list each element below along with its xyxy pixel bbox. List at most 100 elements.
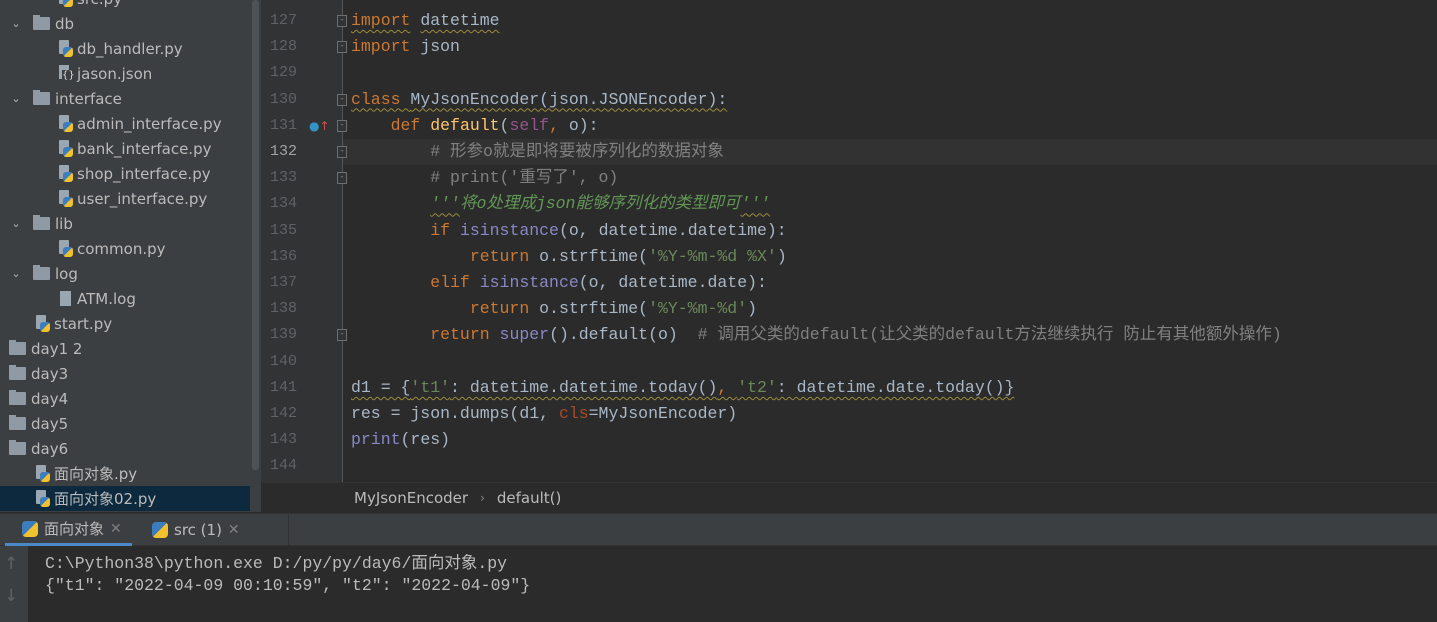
chevron-down-icon[interactable]: ⌄ xyxy=(9,267,23,281)
tree-item-label: day1 2 xyxy=(31,339,83,358)
tree-item[interactable]: day6 xyxy=(0,436,250,461)
code-token: res = json.dumps(d1, xyxy=(351,404,559,423)
code-line[interactable]: '''将o处理成json能够序列化的类型即可''' xyxy=(351,191,770,217)
code-line[interactable]: class MyJsonEncoder(json.JSONEncoder): xyxy=(351,87,727,113)
code-line[interactable]: return o.strftime('%Y-%m-%d') xyxy=(351,296,757,322)
code-line[interactable]: elif isinstance(o, datetime.date): xyxy=(351,270,767,296)
code-token: isinstance xyxy=(479,273,579,292)
tree-item[interactable]: ⌄ db xyxy=(0,11,250,36)
code-line[interactable]: return o.strftime('%Y-%m-%d %X') xyxy=(351,244,787,270)
arrow-up-icon[interactable]: ↑ xyxy=(4,554,18,574)
tree-item[interactable]: bank_interface.py xyxy=(0,136,250,161)
tree-item[interactable]: user_interface.py xyxy=(0,186,250,211)
tab-label: src (1) xyxy=(174,521,222,539)
project-tree[interactable]: src.py ⌄ dbdb_handler.py jason.json ⌄ interfa… xyxy=(0,0,250,512)
line-number: 131 xyxy=(269,116,297,134)
run-tab-src[interactable]: src (1) ✕ xyxy=(152,514,240,546)
line-number: 132 xyxy=(269,143,297,160)
close-icon[interactable]: ✕ xyxy=(110,521,122,537)
code-line[interactable]: d1 = {'t1': datetime.datetime.today(), '… xyxy=(351,375,1014,401)
chevron-down-icon[interactable]: ⌄ xyxy=(9,217,23,231)
arrow-down-icon[interactable]: ↓ xyxy=(4,586,18,606)
tree-item[interactable]: ATM.log xyxy=(0,286,250,311)
chevron-down-icon[interactable]: ⌄ xyxy=(9,92,23,106)
tree-item[interactable]: common.py xyxy=(0,236,250,261)
line-number: 133 xyxy=(269,169,297,187)
folder-icon xyxy=(33,15,50,30)
fold-marker-icon[interactable]: - xyxy=(337,329,347,342)
code-line[interactable]: # print('重写了', o) xyxy=(351,165,618,191)
folder-icon xyxy=(9,390,26,405)
tree-item-label: common.py xyxy=(77,239,166,258)
code-line[interactable]: res = json.dumps(d1, cls=MyJsonEncoder) xyxy=(351,401,737,427)
tree-item-label: admin_interface.py xyxy=(77,114,222,133)
breadcrumb-method[interactable]: default() xyxy=(497,489,561,507)
code-line[interactable]: def default(self, o): xyxy=(351,113,599,139)
chevron-down-icon[interactable]: ⌄ xyxy=(9,17,23,31)
fold-marker-icon[interactable]: - xyxy=(337,41,347,54)
tree-item-label: shop_interface.py xyxy=(77,164,211,183)
tree-item[interactable]: shop_interface.py xyxy=(0,161,250,186)
code-line[interactable]: import json xyxy=(351,34,460,60)
tree-item-label: day3 xyxy=(31,364,69,383)
python-file-icon xyxy=(57,164,73,183)
code-token: ''' xyxy=(740,194,771,214)
tree-item[interactable]: start.py xyxy=(0,311,250,336)
code-token: elif xyxy=(430,273,470,292)
divider xyxy=(288,514,289,546)
close-icon[interactable]: ✕ xyxy=(228,522,240,538)
fold-marker-icon[interactable]: - xyxy=(337,146,347,158)
line-number: 134 xyxy=(269,195,297,213)
fold-marker-icon[interactable]: - xyxy=(337,172,347,185)
tree-item-label: day5 xyxy=(31,414,69,433)
tree-item[interactable]: src.py xyxy=(0,0,250,11)
tree-item[interactable]: day5 xyxy=(0,411,250,436)
breadcrumb-class[interactable]: MyJsonEncoder xyxy=(354,489,468,507)
line-number: 137 xyxy=(269,274,297,291)
code-line[interactable]: # 形参o就是即将要被序列化的数据对象 xyxy=(351,139,724,165)
code-line[interactable]: if isinstance(o, datetime.datetime): xyxy=(351,218,787,244)
code-token: , xyxy=(549,115,569,135)
folder-icon xyxy=(9,415,26,430)
fold-marker-icon[interactable]: - xyxy=(337,93,347,106)
tree-item[interactable]: day1 2 xyxy=(0,336,250,361)
code-token: return xyxy=(469,299,530,319)
line-number: 141 xyxy=(269,378,297,396)
code-token: return xyxy=(430,325,490,345)
tree-item[interactable]: admin_interface.py xyxy=(0,111,250,136)
fold-marker-icon[interactable]: - xyxy=(337,15,347,27)
tree-item[interactable]: ⌄ log xyxy=(0,261,250,286)
fold-marker-icon[interactable]: - xyxy=(337,119,347,132)
run-tab-mianxiang[interactable]: 面向对象 ✕ xyxy=(5,514,132,546)
tree-item[interactable]: day3 xyxy=(0,361,250,386)
override-method-icon[interactable]: ●↑ xyxy=(309,119,330,133)
line-number: 140 xyxy=(269,352,297,370)
code-token: '%Y-%m-%d' xyxy=(648,299,748,319)
tree-item-label: ATM.log xyxy=(77,289,136,308)
line-number: 142 xyxy=(269,405,297,422)
project-scrollbar-thumb[interactable] xyxy=(252,0,259,470)
code-token: : datetime.date.today()} xyxy=(776,377,1015,397)
code-line[interactable]: return super().default(o) # 调用父类的default… xyxy=(351,322,1282,348)
code-token: 't2' xyxy=(737,377,777,397)
tree-item[interactable]: 面向对象02.py xyxy=(0,486,250,511)
tree-item[interactable]: 面向对象.py xyxy=(0,461,250,486)
tree-item[interactable]: ⌄ interface xyxy=(0,86,250,111)
line-number: 144 xyxy=(269,457,297,475)
tree-item[interactable]: ⌄ lib xyxy=(0,211,250,236)
tree-item[interactable]: day4 xyxy=(0,386,250,411)
code-line[interactable]: import datetime xyxy=(351,8,500,34)
code-line[interactable]: print(res) xyxy=(351,427,450,453)
tree-item[interactable]: db_handler.py xyxy=(0,36,250,61)
code-token: o.strftime( xyxy=(529,299,649,319)
code-token: def xyxy=(390,115,421,135)
tree-item-label: jason.json xyxy=(77,64,153,83)
tree-item[interactable]: jason.json xyxy=(0,61,250,86)
fold-guide xyxy=(342,0,343,482)
